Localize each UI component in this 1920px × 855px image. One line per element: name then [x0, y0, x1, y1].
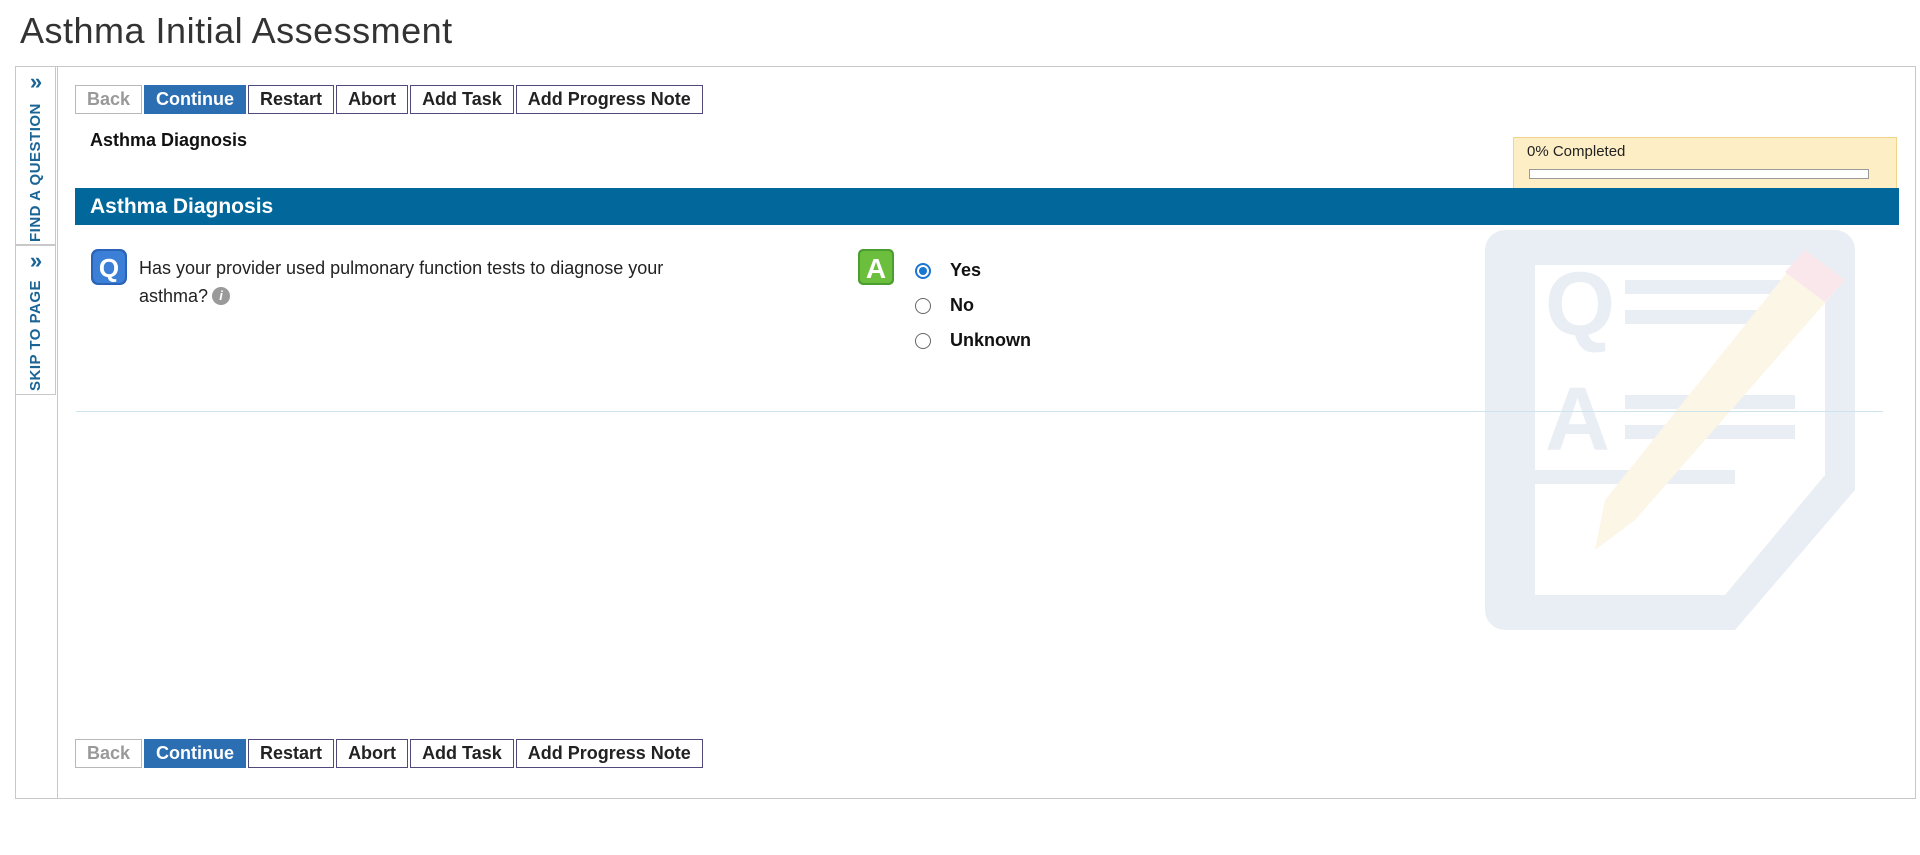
restart-button[interactable]: Restart — [248, 85, 335, 114]
progress-indicator: 0% Completed — [1513, 137, 1897, 189]
chevron-double-right-icon: » — [29, 69, 43, 94]
answer-icon: A — [858, 249, 894, 285]
find-a-question-tab[interactable]: » FIND A QUESTION — [16, 67, 56, 245]
progress-bar — [1529, 169, 1869, 179]
toolbar-bottom: Back Continue Restart Abort Add Task Add… — [75, 739, 703, 768]
skip-to-page-tab[interactable]: » SKIP TO PAGE — [16, 245, 56, 395]
answer-option-no[interactable]: No — [915, 288, 1031, 323]
question-icon: Q — [91, 249, 127, 285]
restart-button[interactable]: Restart — [248, 739, 335, 768]
breadcrumb: Asthma Diagnosis — [90, 130, 248, 150]
add-progress-note-button[interactable]: Add Progress Note — [515, 739, 703, 768]
radio-yes[interactable] — [915, 262, 931, 279]
abort-button[interactable]: Abort — [336, 85, 409, 114]
radio-no[interactable] — [915, 297, 931, 314]
answer-option-yes[interactable]: Yes — [915, 253, 1031, 288]
answer-options: Yes No Unknown — [915, 253, 1031, 358]
back-button[interactable]: Back — [75, 85, 143, 114]
answer-label: Unknown — [950, 330, 1031, 350]
divider — [76, 411, 1883, 412]
page-title: Asthma Initial Assessment — [20, 10, 453, 51]
toolbar-top: Back Continue Restart Abort Add Task Add… — [75, 85, 703, 114]
continue-button[interactable]: Continue — [144, 85, 247, 114]
sidebar: » FIND A QUESTION » SKIP TO PAGE — [16, 67, 58, 798]
continue-button[interactable]: Continue — [144, 739, 247, 768]
abort-button[interactable]: Abort — [336, 739, 409, 768]
chevron-double-right-icon: » — [29, 248, 43, 273]
svg-text:A: A — [866, 253, 886, 284]
info-icon[interactable]: i — [212, 287, 231, 305]
svg-text:Q: Q — [99, 253, 119, 283]
question-text-block: Has your provider used pulmonary functio… — [139, 254, 699, 310]
qa-watermark-icon: Q A — [1485, 230, 1855, 630]
skip-to-page-label: SKIP TO PAGE — [27, 279, 44, 391]
progress-label: 0% Completed — [1527, 143, 1626, 160]
add-progress-note-button[interactable]: Add Progress Note — [515, 85, 703, 114]
svg-text:A: A — [1545, 370, 1610, 470]
add-task-button[interactable]: Add Task — [410, 85, 514, 114]
add-task-button[interactable]: Add Task — [410, 739, 514, 768]
answer-option-unknown[interactable]: Unknown — [915, 323, 1031, 358]
answer-label: No — [950, 295, 974, 315]
svg-text:Q: Q — [1545, 255, 1615, 355]
radio-unknown[interactable] — [915, 332, 931, 349]
back-button[interactable]: Back — [75, 739, 143, 768]
find-a-question-label: FIND A QUESTION — [27, 103, 44, 242]
answer-label: Yes — [950, 260, 982, 280]
